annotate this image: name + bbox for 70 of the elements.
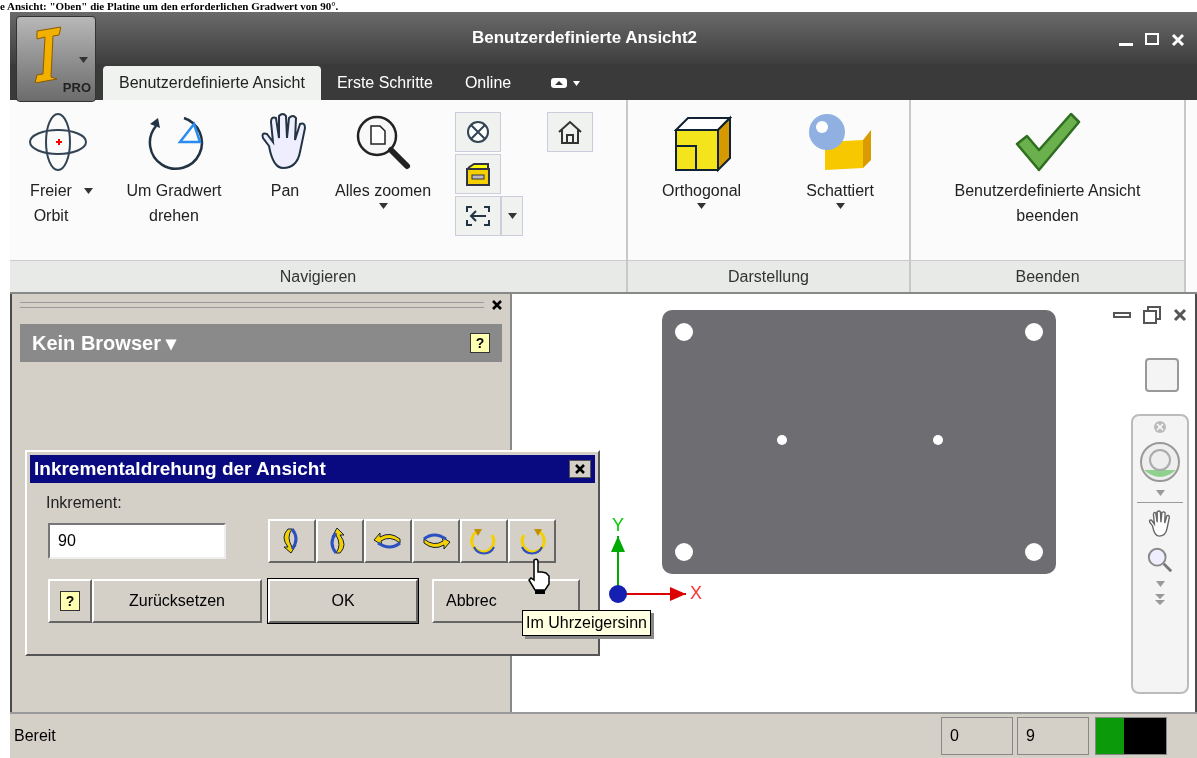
rotation-button[interactable] — [316, 519, 364, 563]
close-icon[interactable] — [492, 300, 502, 310]
increment-label: Inkrement: — [46, 493, 123, 513]
axis-label: Y — [612, 514, 624, 537]
dropdown-button[interactable] — [501, 196, 524, 236]
panel-title: Darstellung — [628, 260, 909, 292]
ribbon-tab[interactable]: Benutzerdefinierte Ansicht — [103, 66, 321, 100]
camera-button[interactable] — [455, 154, 502, 194]
button-label: Schattiert — [806, 181, 874, 201]
close-button[interactable] — [569, 460, 591, 478]
view-cube-button[interactable] — [455, 112, 502, 152]
status-text: Bereit — [13, 726, 57, 746]
button-label: Alles zoomen — [335, 181, 432, 201]
ribbon-button[interactable]: Benutzerdefinierte Ansicht beenden — [919, 112, 1176, 228]
help-button[interactable]: ? — [470, 333, 490, 353]
rotation-button[interactable] — [268, 519, 316, 563]
pro-label: PRO — [62, 78, 91, 97]
ribbon-button[interactable]: Alles zoomen — [331, 112, 436, 209]
status-field: 9 — [1017, 717, 1089, 755]
view-cube-icon — [466, 120, 491, 144]
button-label: Um Gradwert drehen — [125, 181, 223, 226]
dialog-button[interactable]: OK — [268, 579, 418, 623]
ribbon-tab[interactable]: Erste Schritte — [320, 66, 449, 100]
status-indicator — [1095, 717, 1167, 755]
help-label: ? — [60, 591, 80, 611]
button-label: Pan — [270, 181, 300, 201]
window-title: Benutzerdefinierte Ansicht2 — [470, 27, 699, 50]
button-label: Orthogonal — [661, 181, 742, 201]
logo-icon — [33, 25, 61, 83]
panel-title: Beenden — [911, 260, 1184, 292]
magnifier-icon[interactable] — [1146, 545, 1174, 575]
application-menu-button[interactable]: PRO — [16, 16, 96, 102]
button-label: Freier Orbit — [29, 181, 73, 226]
caret-icon — [507, 213, 517, 219]
caret-icon[interactable] — [1155, 581, 1165, 587]
maximize-icon[interactable] — [1145, 33, 1159, 45]
rotation-button[interactable] — [412, 519, 460, 563]
tooltip: Im Uhrzeigersinn — [522, 610, 651, 636]
restore-icon[interactable] — [1143, 306, 1161, 324]
ribbon-tab[interactable]: Online — [448, 66, 528, 100]
orbit-icon — [27, 112, 88, 172]
increment-field[interactable]: 90 — [48, 523, 226, 559]
ribbon-button[interactable]: Freier Orbit — [18, 112, 97, 228]
home-button[interactable] — [547, 112, 594, 152]
ribbon-button[interactable]: Um Gradwert drehen — [109, 112, 239, 228]
rotation-button[interactable] — [508, 519, 556, 563]
close-icon[interactable] — [1173, 308, 1187, 322]
fit-view-button[interactable] — [455, 196, 502, 236]
rotation-button[interactable] — [364, 519, 412, 563]
double-caret-icon[interactable] — [1155, 593, 1165, 605]
ribbon-button[interactable]: Orthogonal — [657, 112, 746, 209]
close-icon — [575, 464, 585, 474]
button-label: Benutzerdefinierte Ansicht beenden — [953, 181, 1142, 226]
caption-text: e Ansicht: "Oben" die Platine um den erforderlichen Gradwert von 90°. — [0, 0, 339, 12]
ribbon-button[interactable]: Schattiert — [801, 112, 880, 209]
dialog-button[interactable]: Zurücksetzen — [92, 579, 262, 623]
caret-icon[interactable] — [1155, 490, 1165, 496]
panel-title: Navigieren — [10, 260, 626, 292]
rotation-button[interactable] — [460, 519, 508, 563]
fit-view-icon — [464, 204, 493, 228]
axis-label: X — [690, 582, 702, 605]
hand-cursor-icon — [527, 558, 551, 594]
camera-icon — [464, 160, 493, 188]
dialog-title: Inkrementaldrehung der Ansicht — [34, 456, 326, 481]
status-field: 0 — [941, 717, 1013, 755]
ribbon-button[interactable]: Pan — [251, 112, 319, 203]
minimize-icon[interactable] — [1113, 312, 1131, 318]
steering-wheel-icon[interactable] — [1138, 440, 1182, 484]
help-button[interactable]: ? — [48, 579, 92, 623]
view-cube-icon[interactable] — [1145, 358, 1179, 392]
